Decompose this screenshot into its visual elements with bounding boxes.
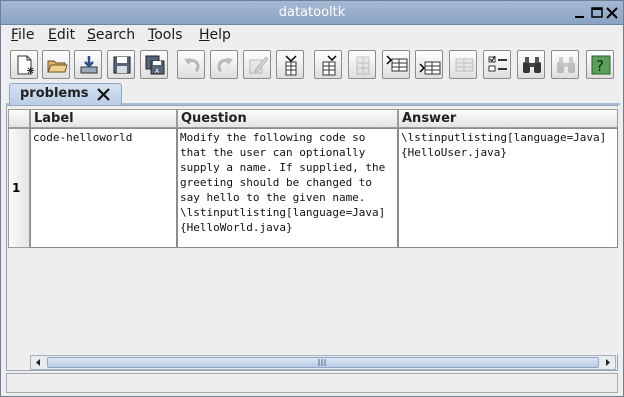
open-button[interactable] xyxy=(42,50,70,79)
tab-strip: problems xyxy=(6,83,620,105)
close-tab-icon[interactable] xyxy=(96,87,111,102)
menu-search-mnemonic: S xyxy=(87,27,96,43)
close-icon[interactable] xyxy=(605,6,619,20)
new-document-icon xyxy=(17,55,34,75)
table-corner xyxy=(8,109,30,128)
sort-button[interactable] xyxy=(483,50,511,79)
menu-search-label: earch xyxy=(95,27,136,43)
grip-icon xyxy=(318,359,326,366)
binoculars-icon xyxy=(523,57,541,73)
insert-row-before-button[interactable] xyxy=(382,50,410,79)
import-icon xyxy=(80,56,98,74)
tab-problems[interactable]: problems xyxy=(9,83,122,105)
insert-column-after-icon xyxy=(322,55,337,76)
find-again-button[interactable] xyxy=(551,50,579,79)
maximize-icon[interactable] xyxy=(590,6,604,20)
menu-help[interactable]: Help xyxy=(199,27,231,43)
redo-icon xyxy=(217,58,233,73)
menu-edit-mnemonic: E xyxy=(48,27,57,43)
sort-icon xyxy=(488,55,507,72)
insert-column-after-button[interactable] xyxy=(314,50,342,79)
menu-tools-label: ools xyxy=(154,27,183,43)
find-again-icon xyxy=(557,57,575,73)
menu-edit[interactable]: Edit xyxy=(48,27,75,43)
insert-column-before-icon xyxy=(285,55,297,76)
status-bar xyxy=(6,373,618,393)
scroll-left-icon[interactable] xyxy=(31,356,45,369)
toolbar: A ? xyxy=(1,47,623,82)
edit-cell-button[interactable] xyxy=(243,50,271,79)
table-header: Label Question Answer xyxy=(8,109,618,128)
help-icon: ? xyxy=(591,55,611,75)
row-header[interactable]: 1 xyxy=(8,128,30,248)
menu-edit-label: dit xyxy=(56,27,76,43)
remove-row-button[interactable] xyxy=(449,50,477,79)
save-button[interactable] xyxy=(107,50,135,79)
column-header-label[interactable]: Label xyxy=(30,109,177,128)
cell-label[interactable]: code-helloworld xyxy=(30,128,177,248)
menu-help-label: elp xyxy=(209,27,231,43)
tab-label: problems xyxy=(20,86,89,101)
edit-cell-icon xyxy=(249,56,269,74)
menu-file-label: ile xyxy=(18,27,35,43)
import-button[interactable] xyxy=(74,50,102,79)
help-button[interactable]: ? xyxy=(586,50,614,79)
cell-question[interactable]: Modify the following code so that the us… xyxy=(177,128,398,248)
save-icon xyxy=(113,56,131,74)
open-folder-icon xyxy=(47,60,68,73)
find-button[interactable] xyxy=(517,50,545,79)
title-bar[interactable]: datatooltk xyxy=(1,1,623,25)
scrollbar-thumb[interactable] xyxy=(47,357,599,368)
tab-content-panel: Label Question Answer 1 code-helloworld … xyxy=(6,105,618,371)
menu-tools[interactable]: Tools xyxy=(148,27,183,43)
svg-text:?: ? xyxy=(596,57,604,75)
column-header-answer[interactable]: Answer xyxy=(398,109,618,128)
save-as-button[interactable]: A xyxy=(140,50,168,79)
menu-file-mnemonic: F xyxy=(11,27,19,43)
redo-button[interactable] xyxy=(210,50,238,79)
menu-bar: File Edit Search Tools Help xyxy=(1,25,623,47)
table-row: 1 code-helloworld Modify the following c… xyxy=(8,128,618,248)
app-window: datatooltk File Edit Search Tools Help A… xyxy=(0,0,624,397)
menu-search[interactable]: Search xyxy=(87,27,135,43)
insert-column-before-button[interactable] xyxy=(276,50,304,79)
remove-row-icon xyxy=(455,58,474,72)
remove-column-button[interactable] xyxy=(348,50,376,79)
insert-row-after-icon xyxy=(419,61,441,75)
column-header-question[interactable]: Question xyxy=(177,109,398,128)
save-as-icon: A xyxy=(145,55,165,75)
data-table: Label Question Answer 1 code-helloworld … xyxy=(8,107,618,354)
new-document-button[interactable] xyxy=(10,50,38,79)
menu-help-mnemonic: H xyxy=(199,27,210,43)
undo-button[interactable] xyxy=(177,50,205,79)
undo-icon xyxy=(184,58,200,73)
window-title: datatooltk xyxy=(278,5,346,20)
insert-row-after-button[interactable] xyxy=(415,50,443,79)
insert-row-before-icon xyxy=(386,55,408,72)
cell-answer[interactable]: \lstinputlisting[language=Java] {HelloUs… xyxy=(398,128,618,248)
menu-file[interactable]: File xyxy=(11,27,34,43)
remove-column-icon xyxy=(356,56,370,75)
horizontal-scrollbar[interactable] xyxy=(30,355,616,370)
minimize-icon[interactable] xyxy=(573,6,587,20)
scroll-right-icon[interactable] xyxy=(601,356,615,369)
